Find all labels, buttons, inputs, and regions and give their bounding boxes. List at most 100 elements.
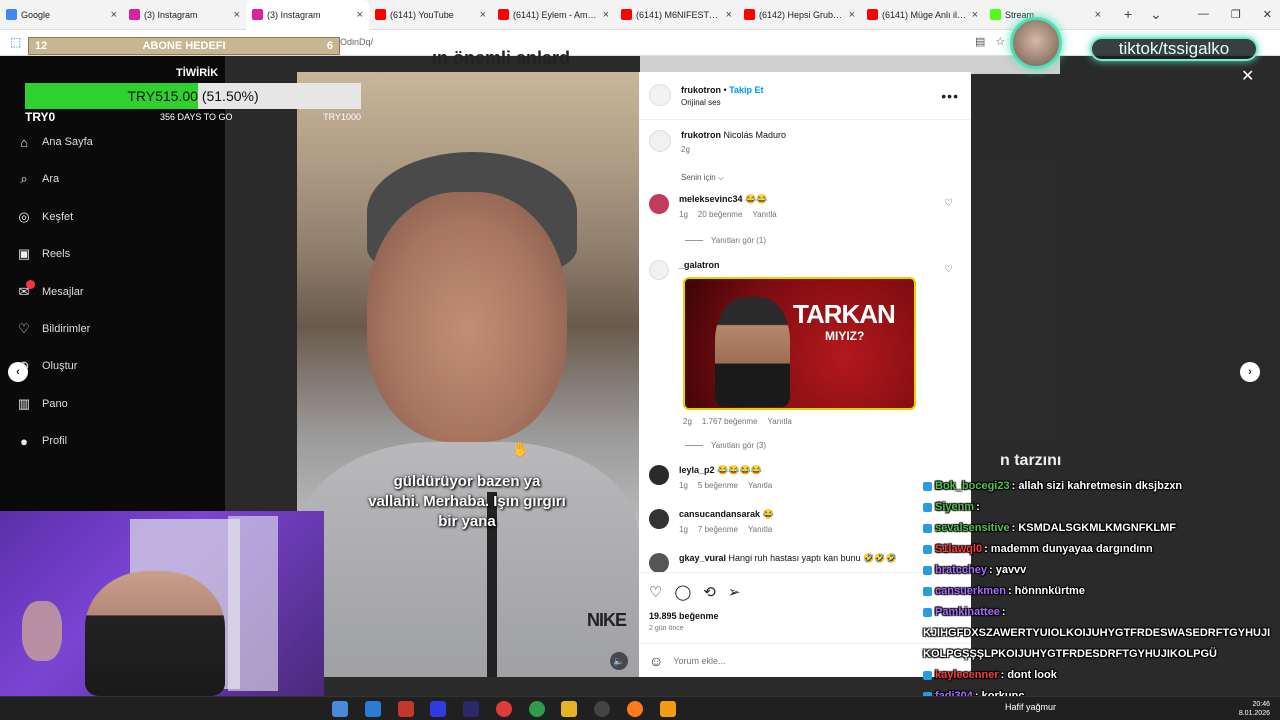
comment-icon[interactable]: ◯ [674,583,691,601]
next-post-button[interactable]: › [1240,362,1260,382]
webcam-hand [22,601,62,661]
premiere-icon[interactable] [463,701,479,717]
minimize-icon[interactable]: — [1198,8,1209,21]
comment-avatar[interactable] [649,465,669,485]
sidebar-item[interactable]: ⌕ Ara [16,171,59,187]
browser-tab[interactable]: (6141) M6NIFESTGIRLS |× [615,0,738,30]
comment-likes[interactable]: 5 beğenme [698,481,738,490]
tab-close-icon[interactable]: × [357,9,363,21]
system-clock[interactable]: 20:46 8.01.2026 [1239,700,1270,718]
sidebar-item[interactable]: ▣ Reels [16,246,70,262]
app-icon[interactable] [398,701,414,717]
comment-user[interactable]: gkay_vural [679,553,726,563]
maximize-icon[interactable]: ❐ [1231,8,1241,21]
author-username[interactable]: frukotron [681,85,721,95]
previous-post-button[interactable]: ‹ [8,362,28,382]
comment-likes[interactable]: 7 beğenme [698,525,738,534]
sidebar-item[interactable]: ♡ Bildirimler [16,321,90,337]
comment-user[interactable]: meleksevinc34 [679,194,743,204]
like-comment-icon[interactable]: ♡ [944,198,953,209]
tab-favicon-icon [129,9,140,20]
sidebar-item[interactable]: ⌂ Ana Sayfa [16,134,93,150]
start-icon[interactable] [332,701,348,717]
browser-tab[interactable]: (3) Instagram × [123,0,246,30]
caption-avatar[interactable] [649,130,671,152]
sidebar-item[interactable]: ● Profil [16,433,67,449]
firefox-icon[interactable] [627,701,643,717]
mute-icon[interactable]: 🔈 [610,652,628,670]
sidebar-item[interactable]: ◎ Keşfet [16,209,73,225]
comment-user[interactable]: leyla_p2 [679,465,715,475]
chat-message: Siyenm: [923,501,980,513]
comment-sort[interactable]: Senin için ⌵ [681,173,724,183]
repost-icon[interactable]: ⟲ [703,583,716,601]
weather-text[interactable]: Hafif yağmur [1005,702,1056,712]
follow-button[interactable]: Takip Et [729,85,763,95]
tab-favicon-icon [621,9,632,20]
sidebar-item-label: Ara [42,173,60,186]
view-replies[interactable]: Yanıtları gör (3) [685,441,766,450]
comment-avatar[interactable] [649,194,669,214]
browser-tab[interactable]: Google × [0,0,123,30]
close-modal-icon[interactable]: ✕ [1241,66,1254,86]
comment-image[interactable]: TARKAN MIYIZ? [683,277,916,410]
tab-close-icon[interactable]: × [603,9,609,21]
tab-close-icon[interactable]: × [234,9,240,21]
comment-avatar[interactable] [649,260,669,280]
like-comment-icon[interactable]: ♡ [944,264,953,275]
sidebar-item-label: Ana Sayfa [42,136,93,148]
tab-close-icon[interactable]: × [726,9,732,21]
close-window-icon[interactable]: ✕ [1263,8,1272,21]
app-icon[interactable] [365,701,381,717]
vlc-icon[interactable] [660,701,676,717]
audio-label[interactable]: Orijinal ses [681,98,721,107]
comment-user[interactable]: _galatron [679,260,720,270]
chevron-down-icon: ⌵ [717,173,724,182]
new-tab-button[interactable]: + [1124,6,1132,22]
taskbar: Hafif yağmur 20:46 8.01.2026 [0,696,1280,720]
reader-icon[interactable]: ▤ [975,35,985,48]
like-count[interactable]: 19.895 beğenme [649,611,719,621]
comment-user[interactable]: cansucandansarak [679,509,760,519]
tab-close-icon[interactable]: × [111,9,117,21]
tab-close-icon[interactable]: × [1095,9,1101,21]
more-options-icon[interactable]: ••• [941,88,959,104]
sidebar-item[interactable]: ▥ Pano [16,396,68,412]
caption-user[interactable]: frukotron [681,130,721,140]
comment-avatar[interactable] [649,553,669,573]
image-title: TARKAN [793,299,896,329]
file-explorer-icon[interactable] [561,701,577,717]
app-icon[interactable] [430,701,446,717]
image-subtitle: MIYIZ? [825,329,865,343]
browser-tab[interactable]: (6141) Eylem - Aman (C× [492,0,615,30]
reply-button[interactable]: Yanıtla [752,210,776,219]
tab-close-icon[interactable]: × [849,9,855,21]
browser-tab[interactable]: (6141) Müge Anlı ile Tat × [861,0,984,30]
like-icon[interactable]: ♡ [649,583,662,601]
background-card [971,160,1058,445]
share-icon[interactable]: ➢ [728,583,741,601]
reel-video[interactable]: NIKE güldürüyor bazen ya vallahi. Merhab… [297,72,639,677]
browser-tab[interactable]: (3) Instagram × [246,0,369,30]
view-replies[interactable]: Yanıtları gör (1) [685,236,766,245]
sidebar-item[interactable]: ✉ Mesajlar [16,279,84,300]
reply-button[interactable]: Yanıtla [748,481,772,490]
emoji-icon[interactable]: ☺ [649,653,663,669]
tab-close-icon[interactable]: × [480,9,486,21]
author-avatar[interactable] [649,84,671,106]
browser-tab[interactable]: (6141) YouTube × [369,0,492,30]
chrome-icon[interactable] [529,701,545,717]
obs-icon[interactable] [594,701,610,717]
comment-avatar[interactable] [649,509,669,529]
tab-list-icon[interactable]: ⌄ [1150,6,1162,23]
url-text[interactable]: OdinDq/ [340,37,373,47]
comment-likes[interactable]: 1.767 beğenme [702,417,758,426]
reply-button[interactable]: Yanıtla [768,417,792,426]
tab-close-icon[interactable]: × [972,9,978,21]
comment-likes[interactable]: 20 beğenme [698,210,742,219]
comment-input[interactable]: Yorum ekle... [673,656,725,666]
opera-icon[interactable] [496,701,512,717]
bookmark-star-icon[interactable]: ☆ [995,35,1005,48]
browser-tab[interactable]: (6142) Hepsi Grubu: Kur× [738,0,861,30]
reply-button[interactable]: Yanıtla [748,525,772,534]
